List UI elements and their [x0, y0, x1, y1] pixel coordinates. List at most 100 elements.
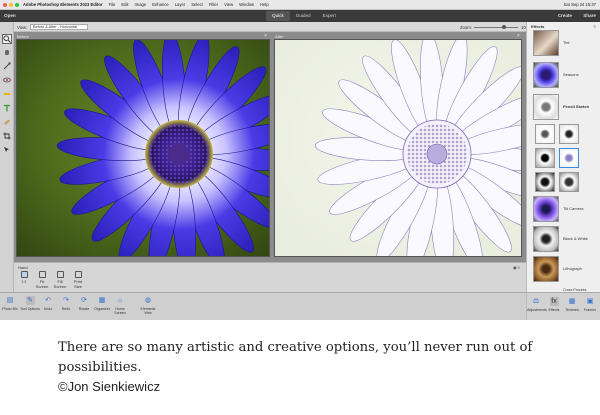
after-image[interactable]	[274, 39, 522, 257]
share-button[interactable]: Share	[583, 13, 596, 18]
effects-label: Effects	[548, 308, 560, 312]
effect-tint-thumb[interactable]	[533, 30, 559, 56]
fill-screen-icon	[56, 271, 64, 278]
view-options-bar: View: Before & After - Horizontal Zoom: …	[14, 22, 532, 32]
effect-black-white-thumb[interactable]	[533, 226, 559, 252]
pencil-variant-1[interactable]	[535, 124, 555, 144]
panel-switcher: ⚖ Adjustments fx Effects ▦ Textures ▣ Frames	[527, 292, 600, 320]
frames-icon: ▣	[586, 298, 594, 305]
undo-button[interactable]: ↶ Undo	[38, 296, 58, 311]
rotate-icon: ⟳	[81, 297, 87, 304]
type-tool-icon[interactable]	[2, 104, 12, 114]
rotate-label: Rotate	[78, 307, 90, 311]
pencil-variant-2[interactable]	[559, 124, 579, 144]
tab-expert[interactable]: Expert	[317, 11, 342, 21]
open-button[interactable]: Open	[4, 13, 16, 18]
redo-icon: ↷	[63, 297, 69, 304]
organizer-label: Organizer	[94, 307, 110, 311]
textures-label: Textures	[565, 308, 579, 312]
view-select[interactable]: Before & After - Horizontal	[30, 24, 88, 30]
redo-button[interactable]: ↷ Redo	[56, 296, 76, 311]
pencil-variant-4-selected[interactable]	[559, 148, 579, 168]
view-label: View:	[17, 25, 28, 30]
mode-bar: Open Quick Guided Expert Create Share	[0, 10, 600, 22]
zoom-slider[interactable]	[474, 26, 518, 28]
move-tool-icon[interactable]	[2, 146, 12, 156]
effect-pencil-sketch-thumb[interactable]	[533, 94, 559, 120]
options-menu-icon[interactable]: ◉ ≡	[513, 265, 520, 270]
minimize-window-icon[interactable]	[9, 2, 13, 7]
menu-filter[interactable]: Filter	[209, 2, 218, 7]
undo-label: Undo	[43, 307, 53, 311]
adjustments-icon: ⚖	[532, 298, 540, 305]
effect-tilt-camera-thumb[interactable]	[533, 196, 559, 222]
zoom-tool-icon[interactable]	[2, 34, 12, 44]
pencil-variant-3[interactable]	[535, 148, 555, 168]
tab-guided[interactable]: Guided	[290, 11, 317, 21]
close-window-icon[interactable]	[3, 2, 7, 7]
pencil-variant-6[interactable]	[559, 172, 579, 192]
window-controls[interactable]	[3, 2, 19, 7]
pencil-variant-5[interactable]	[535, 172, 555, 192]
tool-options-button[interactable]: ✎ Tool Options	[20, 296, 40, 311]
effects-panel: Effects ≡ Tint Seasons Pencil Sketch Til…	[526, 22, 600, 320]
fit-screen-button[interactable]: Fit Screen	[34, 271, 50, 289]
canvas-area: Before After × ×	[14, 32, 526, 262]
zoom-window-icon[interactable]	[15, 2, 19, 7]
effect-seasons-thumb[interactable]	[533, 62, 559, 88]
undo-icon: ↶	[45, 297, 51, 304]
crop-tool-icon[interactable]	[2, 132, 12, 142]
hand-tool-icon[interactable]	[2, 48, 12, 58]
organizer-button[interactable]: ▦ Organizer	[92, 296, 112, 311]
menu-layer[interactable]: Layer	[175, 2, 185, 7]
menu-enhance[interactable]: Enhance	[152, 2, 169, 7]
menu-help[interactable]: Help	[260, 2, 269, 7]
fill-screen-button[interactable]: Fill Screen	[52, 271, 68, 289]
clock: Sat Sep 24 15:37	[563, 2, 596, 7]
elements-web-button[interactable]: ◍ Elements Web	[138, 296, 158, 315]
photo-bin-icon: ▤	[6, 297, 14, 304]
mode-tabs: Quick Guided Expert	[266, 11, 342, 21]
before-flower-photo	[17, 40, 269, 256]
effects-button[interactable]: fx Effects	[545, 297, 563, 312]
toolbox	[0, 22, 14, 292]
red-eye-tool-icon[interactable]	[2, 76, 12, 86]
home-icon: ⌂	[117, 297, 123, 304]
whiten-teeth-tool-icon[interactable]	[2, 90, 12, 100]
zoom-label: Zoom:	[460, 25, 472, 30]
adjustments-button[interactable]: ⚖ Adjustments	[527, 297, 547, 312]
tab-quick[interactable]: Quick	[266, 11, 290, 21]
print-size-button[interactable]: Print Size	[70, 271, 86, 289]
menu-select[interactable]: Select	[191, 2, 203, 7]
effect-lithograph-thumb[interactable]	[533, 256, 559, 282]
one-to-one-icon	[20, 271, 28, 278]
textures-button[interactable]: ▦ Textures	[563, 297, 581, 312]
quick-selection-tool-icon[interactable]	[2, 62, 12, 72]
caption-text: There are so many artistic and creative …	[58, 340, 533, 375]
zoom-slider-knob[interactable]	[502, 24, 506, 29]
tool-options-label: Tool Options	[20, 307, 40, 311]
fit-screen-icon	[38, 271, 46, 278]
effects-icon: fx	[549, 297, 559, 306]
frames-button[interactable]: ▣ Frames	[581, 297, 599, 312]
menu-file[interactable]: File	[109, 2, 116, 7]
menu-edit[interactable]: Edit	[121, 2, 128, 7]
panel-menu-icon[interactable]: ≡	[594, 24, 596, 29]
before-image[interactable]	[16, 39, 270, 257]
home-screen-button[interactable]: ⌂ Home Screen	[110, 296, 130, 315]
photo-bin-button[interactable]: ▤ Photo Bin	[0, 296, 20, 311]
one-to-one-button[interactable]: 1:1	[16, 271, 32, 284]
create-button[interactable]: Create	[558, 13, 572, 18]
menu-view[interactable]: View	[224, 2, 233, 7]
rotate-button[interactable]: ⟳ Rotate	[74, 296, 94, 311]
tool-options-title: Hand	[18, 265, 28, 270]
effect-black-white-label: Black & White	[563, 236, 588, 241]
menu-app-name[interactable]: Adobe Photoshop Elements 2023 Editor	[23, 2, 103, 7]
menu-window[interactable]: Window	[239, 2, 254, 7]
spot-healing-tool-icon[interactable]	[2, 118, 12, 128]
menu-image[interactable]: Image	[135, 2, 147, 7]
photo-bin-label: Photo Bin	[2, 307, 18, 311]
frames-label: Frames	[583, 308, 597, 312]
menu-bar: Adobe Photoshop Elements 2023 Editor Fil…	[0, 0, 600, 10]
photoshop-elements-window: Adobe Photoshop Elements 2023 Editor Fil…	[0, 0, 600, 320]
